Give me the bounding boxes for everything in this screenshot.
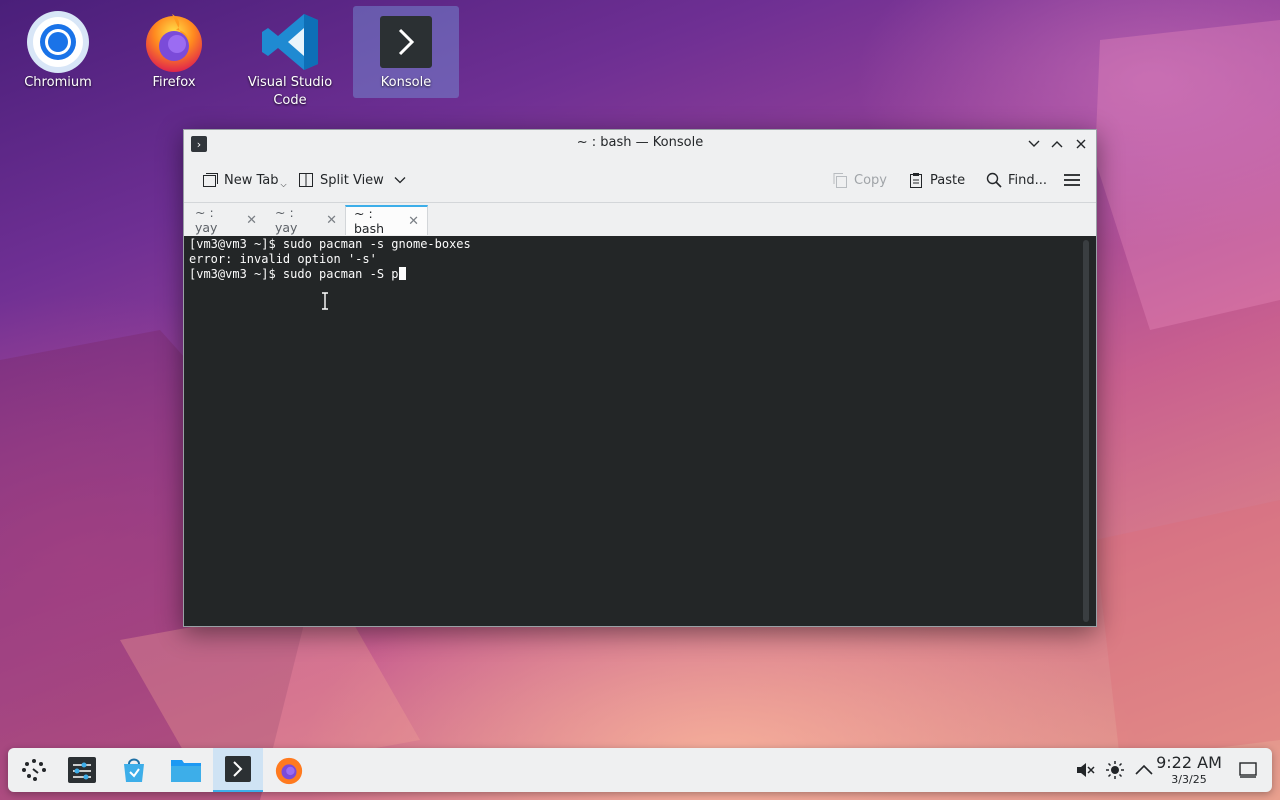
speaker-muted-icon bbox=[1077, 763, 1095, 777]
chevron-down-icon bbox=[394, 177, 406, 184]
new-tab-button[interactable]: New Tab ⌵ bbox=[202, 166, 287, 194]
find-button[interactable]: Find... bbox=[986, 166, 1047, 194]
desktop-icon-label: Visual Studio Code bbox=[247, 75, 333, 108]
paste-label: Paste bbox=[930, 172, 966, 188]
desktop-icon-label: Firefox bbox=[152, 75, 196, 90]
copy-icon bbox=[833, 173, 847, 188]
window-titlebar[interactable]: › ~ : bash — Konsole bbox=[184, 130, 1096, 158]
taskbar-discover[interactable] bbox=[110, 748, 158, 792]
dropdown-indicator-icon: ⌵ bbox=[280, 180, 287, 189]
split-view-label: Split View bbox=[320, 172, 384, 188]
window-title: ~ : bash — Konsole bbox=[576, 135, 704, 150]
close-icon[interactable]: ✕ bbox=[326, 213, 337, 228]
taskbar-dolphin[interactable] bbox=[162, 748, 210, 792]
show-desktop-button[interactable] bbox=[1238, 760, 1258, 780]
hamburger-menu-button[interactable] bbox=[1063, 166, 1087, 194]
ibeam-cursor-icon bbox=[322, 292, 328, 310]
konsole-icon bbox=[225, 756, 251, 782]
brightness-icon[interactable] bbox=[1105, 760, 1125, 780]
tab-label: ~ : yay bbox=[195, 205, 218, 235]
close-icon bbox=[1076, 139, 1086, 149]
konsole-window: › ~ : bash — Konsole New Tab ⌵ Split Vie… bbox=[183, 129, 1097, 627]
tab-yay-2[interactable]: ~ : yay ✕ bbox=[267, 205, 345, 235]
clock-time: 9:22 AM bbox=[1156, 753, 1222, 772]
settings-icon bbox=[68, 757, 96, 783]
window-toolbar: New Tab ⌵ Split View Copy Paste Find... bbox=[184, 158, 1096, 202]
new-tab-icon bbox=[203, 173, 218, 187]
copy-button[interactable]: Copy bbox=[832, 166, 887, 194]
desktop-icon-label: Konsole bbox=[380, 75, 432, 90]
new-tab-label: New Tab bbox=[224, 172, 279, 188]
close-icon[interactable]: ✕ bbox=[246, 213, 257, 228]
tab-bash[interactable]: ~ : bash ✕ bbox=[345, 205, 428, 236]
desktop-icon-label: Chromium bbox=[24, 75, 92, 90]
terminal-prompt-line: [vm3@vm3 ~]$ sudo pacman -S p bbox=[189, 267, 406, 282]
digital-clock[interactable]: 9:22 AM 3/3/25 bbox=[1154, 753, 1224, 786]
volume-muted-icon[interactable] bbox=[1075, 760, 1095, 780]
folder-icon bbox=[171, 760, 201, 782]
taskbar-konsole[interactable] bbox=[213, 748, 263, 792]
text-cursor bbox=[398, 267, 406, 280]
desktop-icon-chromium[interactable]: Chromium bbox=[5, 6, 111, 110]
terminal-scrollbar[interactable] bbox=[1083, 240, 1089, 622]
desktop-icon-firefox[interactable]: Firefox bbox=[121, 6, 227, 110]
application-launcher-button[interactable] bbox=[10, 748, 58, 792]
maximize-button[interactable] bbox=[1048, 135, 1066, 153]
find-label: Find... bbox=[1008, 172, 1048, 188]
show-desktop-icon bbox=[1239, 762, 1257, 778]
hamburger-menu-icon bbox=[1064, 174, 1080, 186]
launcher-icon bbox=[22, 759, 46, 781]
paste-icon bbox=[910, 173, 922, 188]
desktop-icon-vscode[interactable]: Visual Studio Code bbox=[237, 6, 343, 110]
desktop-icon-konsole[interactable]: Konsole bbox=[353, 6, 459, 98]
taskbar: 9:22 AM 3/3/25 bbox=[8, 748, 1272, 792]
paste-button[interactable]: Paste bbox=[908, 166, 965, 194]
firefox-icon bbox=[275, 757, 303, 785]
vscode-icon bbox=[258, 10, 322, 74]
close-button[interactable] bbox=[1072, 135, 1090, 153]
clock-date: 3/3/25 bbox=[1171, 773, 1207, 786]
sun-icon bbox=[1106, 761, 1124, 779]
discover-store-icon bbox=[124, 758, 144, 782]
chevron-up-icon bbox=[1051, 141, 1063, 148]
tab-bar: ~ : yay ✕ ~ : yay ✕ ~ : bash ✕ bbox=[184, 202, 1096, 236]
minimize-button[interactable] bbox=[1025, 135, 1043, 153]
split-view-button[interactable]: Split View bbox=[298, 166, 406, 194]
tab-label: ~ : yay bbox=[275, 205, 298, 235]
chevron-up-icon bbox=[1135, 764, 1153, 775]
taskbar-system-settings[interactable] bbox=[58, 748, 106, 792]
close-icon[interactable]: ✕ bbox=[408, 214, 419, 229]
terminal-line: [vm3@vm3 ~]$ sudo pacman -S p bbox=[189, 267, 399, 281]
chromium-icon bbox=[26, 10, 90, 74]
terminal-line: [vm3@vm3 ~]$ sudo pacman -s gnome-boxes bbox=[189, 237, 471, 251]
split-view-icon bbox=[299, 173, 313, 187]
search-icon bbox=[986, 172, 1002, 188]
terminal-area[interactable]: [vm3@vm3 ~]$ sudo pacman -s gnome-boxes … bbox=[184, 236, 1096, 626]
taskbar-firefox[interactable] bbox=[265, 748, 313, 792]
tab-yay-1[interactable]: ~ : yay ✕ bbox=[187, 205, 265, 235]
copy-label: Copy bbox=[854, 172, 887, 188]
chevron-down-icon bbox=[1028, 140, 1040, 147]
tab-label: ~ : bash bbox=[354, 206, 385, 236]
konsole-icon bbox=[374, 10, 438, 74]
terminal-line: error: invalid option '-s' bbox=[189, 252, 377, 266]
system-tray-expand-button[interactable] bbox=[1134, 760, 1154, 780]
firefox-icon bbox=[142, 10, 206, 74]
